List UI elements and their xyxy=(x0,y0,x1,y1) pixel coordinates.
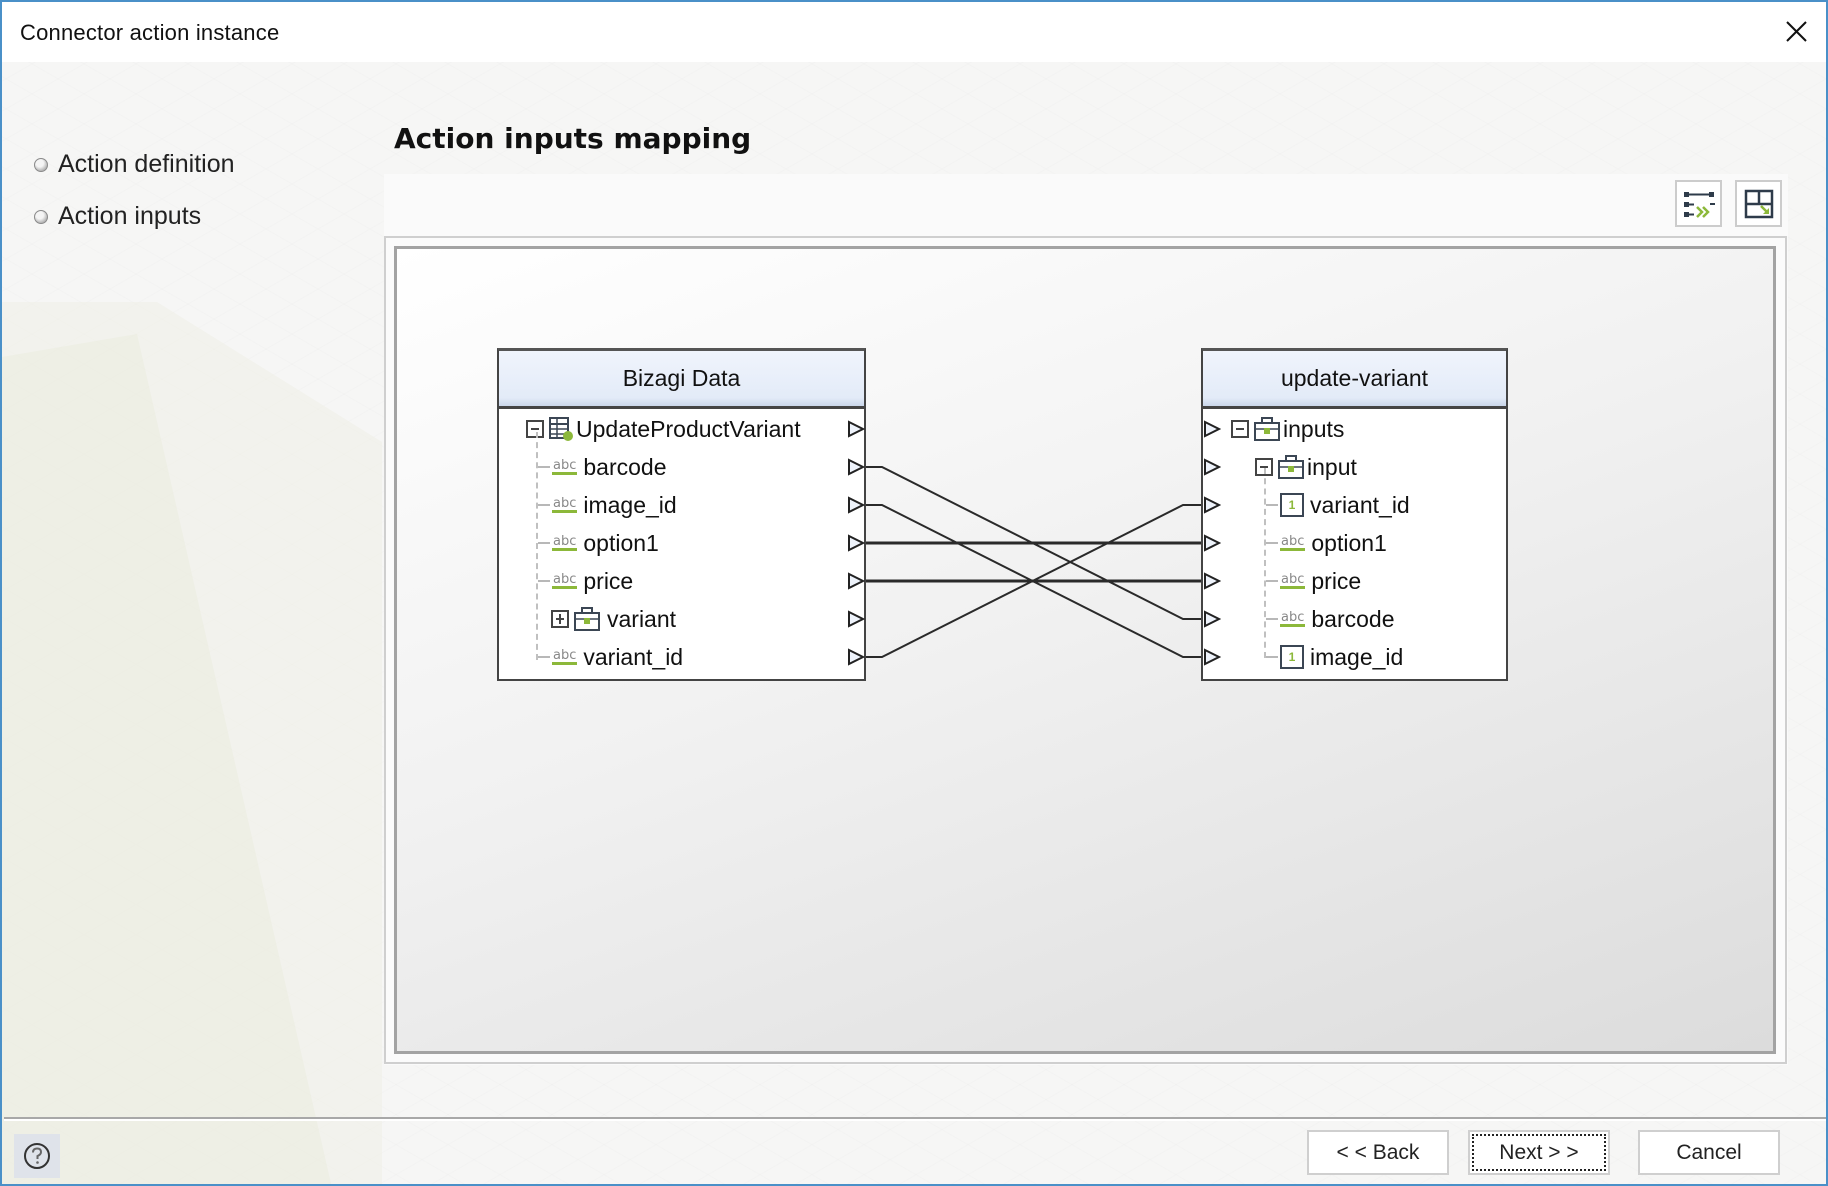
sidebar-item-action-inputs[interactable]: Action inputs xyxy=(34,202,201,231)
layout-icon xyxy=(1744,189,1773,218)
target-row-price[interactable]: abc price xyxy=(1266,563,1361,599)
input-port-icon[interactable] xyxy=(1203,420,1221,438)
target-row-input[interactable]: input xyxy=(1255,449,1357,485)
output-port-icon[interactable] xyxy=(847,572,865,590)
next-button[interactable]: Next > > xyxy=(1468,1130,1610,1175)
cancel-button[interactable]: Cancel xyxy=(1638,1130,1780,1175)
input-port-icon[interactable] xyxy=(1203,496,1221,514)
source-root-label: UpdateProductVariant xyxy=(576,415,801,442)
auto-map-icon xyxy=(1683,191,1715,218)
string-type-icon: abc xyxy=(552,495,578,513)
bullet-icon xyxy=(34,157,48,172)
window-title: Connector action instance xyxy=(20,20,280,45)
sidebar-item-label: Action inputs xyxy=(58,202,202,230)
source-row-image-id[interactable]: abc image_id xyxy=(538,487,677,523)
field-label: image_id xyxy=(583,491,677,518)
field-label: price xyxy=(583,567,634,594)
string-type-icon: abc xyxy=(552,457,578,475)
collapse-icon[interactable] xyxy=(526,420,544,438)
collapse-icon[interactable] xyxy=(1231,420,1249,438)
tree-connector xyxy=(1266,504,1278,506)
source-row-price[interactable]: abc price xyxy=(538,563,633,599)
source-row-barcode[interactable]: abc barcode xyxy=(538,449,667,485)
help-icon xyxy=(24,1143,50,1169)
field-label: barcode xyxy=(1311,605,1395,632)
object-briefcase-icon xyxy=(1278,455,1304,479)
input-port-icon[interactable] xyxy=(1203,610,1221,628)
close-button[interactable] xyxy=(1776,12,1816,52)
tree-connector xyxy=(538,466,550,468)
target-row-inputs[interactable]: inputs xyxy=(1231,411,1344,447)
target-box-title: update-variant xyxy=(1280,365,1429,391)
string-type-icon: abc xyxy=(552,533,578,551)
field-label: variant_id xyxy=(583,643,684,670)
output-port-icon[interactable] xyxy=(847,420,865,438)
output-port-icon[interactable] xyxy=(847,496,865,514)
tree-connector xyxy=(1266,656,1278,658)
title-bar: Connector action instance xyxy=(2,2,1826,62)
string-type-icon: abc xyxy=(1280,571,1306,589)
source-root-row[interactable]: UpdateProductVariant xyxy=(526,411,801,447)
source-row-option1[interactable]: abc option1 xyxy=(538,525,659,561)
source-row-variant[interactable]: variant xyxy=(551,601,676,637)
sidebar-item-action-definition[interactable]: Action definition xyxy=(34,150,235,179)
input-port-icon[interactable] xyxy=(1203,648,1221,666)
string-type-icon: abc xyxy=(552,571,578,589)
target-row-option1[interactable]: abc option1 xyxy=(1266,525,1387,561)
tree-connector xyxy=(538,542,550,544)
input-port-icon[interactable] xyxy=(1203,534,1221,552)
source-box-header: Bizagi Data xyxy=(499,351,864,409)
output-port-icon[interactable] xyxy=(847,534,865,552)
sidebar-item-label: Action definition xyxy=(58,150,235,178)
output-port-icon[interactable] xyxy=(847,648,865,666)
output-port-icon[interactable] xyxy=(847,458,865,476)
string-type-icon: abc xyxy=(1280,533,1306,551)
source-row-variant-id[interactable]: abc variant_id xyxy=(538,639,683,675)
field-label: input xyxy=(1307,453,1357,480)
expand-icon[interactable] xyxy=(551,610,569,628)
target-row-image-id[interactable]: 1 image_id xyxy=(1266,639,1403,675)
field-label: variant_id xyxy=(1310,491,1410,518)
back-button[interactable]: < < Back xyxy=(1307,1130,1449,1175)
bullet-icon xyxy=(34,209,48,224)
auto-map-button[interactable] xyxy=(1675,180,1722,227)
field-label: image_id xyxy=(1310,643,1404,670)
tree-connector xyxy=(538,656,550,658)
entity-table-icon xyxy=(549,417,573,441)
target-row-variant-id[interactable]: 1 variant_id xyxy=(1266,487,1410,523)
source-box-title: Bizagi Data xyxy=(622,365,741,391)
string-type-icon: abc xyxy=(1280,609,1306,627)
object-briefcase-icon xyxy=(1254,417,1280,441)
field-label: inputs xyxy=(1283,415,1345,442)
number-type-icon: 1 xyxy=(1280,493,1304,517)
field-label: barcode xyxy=(583,453,667,480)
dialog-window: Connector action instance Action definit… xyxy=(0,0,1828,1186)
tree-connector xyxy=(1266,618,1278,620)
field-label: variant xyxy=(607,605,677,632)
target-box-header: update-variant xyxy=(1203,351,1506,409)
input-port-icon[interactable] xyxy=(1203,458,1221,476)
field-label: option1 xyxy=(1311,529,1387,556)
close-icon xyxy=(1786,21,1807,42)
target-row-barcode[interactable]: abc barcode xyxy=(1266,601,1395,637)
string-type-icon: abc xyxy=(552,647,578,665)
number-type-icon: 1 xyxy=(1280,645,1304,669)
tree-connector xyxy=(538,580,550,582)
object-briefcase-icon xyxy=(574,607,600,631)
tree-connector xyxy=(1266,542,1278,544)
tree-connector xyxy=(1266,580,1278,582)
help-button[interactable] xyxy=(14,1134,60,1178)
tree-connector xyxy=(538,504,550,506)
layout-button[interactable] xyxy=(1735,180,1782,227)
output-port-icon[interactable] xyxy=(847,610,865,628)
input-port-icon[interactable] xyxy=(1203,572,1221,590)
field-label: price xyxy=(1311,567,1362,594)
page-title: Action inputs mapping xyxy=(394,122,752,155)
field-label: option1 xyxy=(583,529,659,556)
footer-separator-highlight xyxy=(4,1119,1826,1121)
